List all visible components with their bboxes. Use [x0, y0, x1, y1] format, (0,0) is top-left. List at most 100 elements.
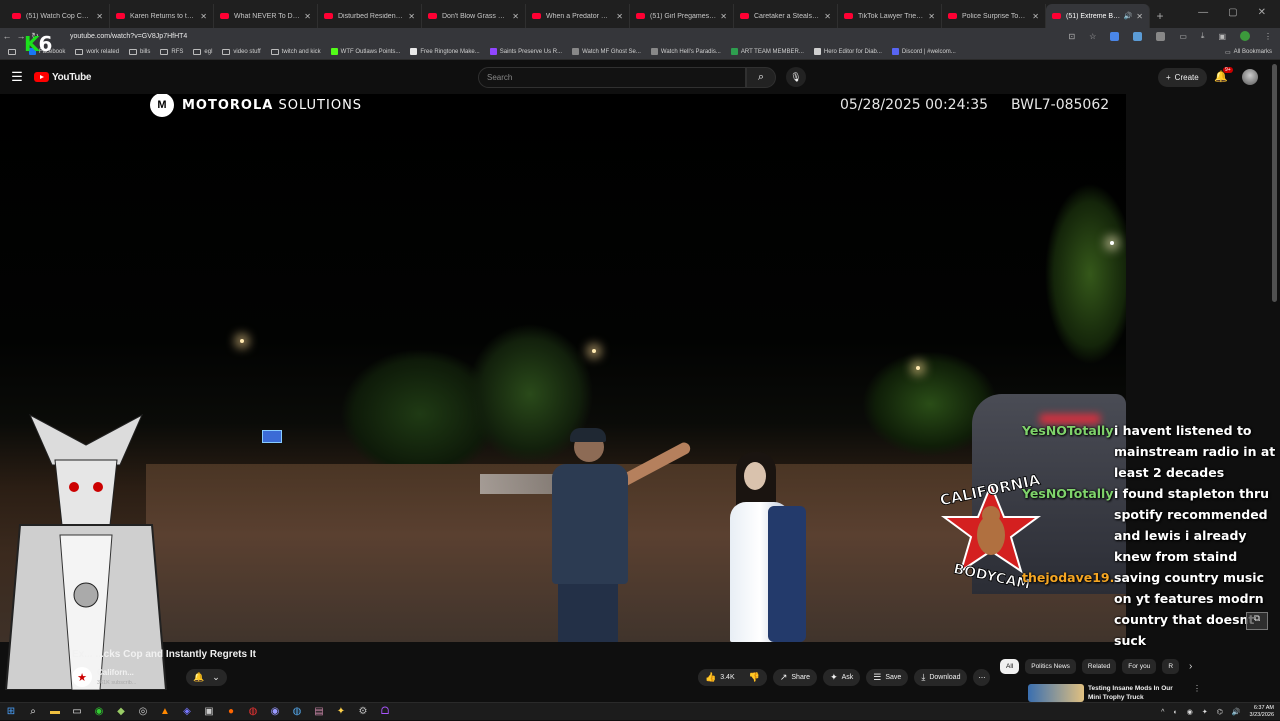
volume-icon[interactable]: 🔊	[1232, 708, 1241, 716]
bookmark-item[interactable]: Free Ringtone Make...	[410, 48, 480, 55]
voice-search-button[interactable]: 🎙	[786, 67, 806, 87]
bookmark-item[interactable]: Watch Hell's Paradis...	[650, 48, 721, 55]
bookmark-folder[interactable]: twitch and kick	[270, 48, 321, 55]
dislike-button[interactable]: 👎	[741, 669, 767, 686]
close-tab-icon[interactable]: ✕	[96, 12, 103, 21]
settings-gear-icon[interactable]: ⚙	[352, 706, 374, 717]
recommended-video-thumbnail[interactable]	[1028, 684, 1084, 702]
install-icon[interactable]: ⊡	[1068, 32, 1075, 41]
recommended-video-title[interactable]: Testing Insane Mods In Our Mini Trophy T…	[1088, 684, 1184, 702]
close-tab-icon[interactable]: ✕	[512, 12, 519, 21]
ask-button[interactable]: ✦ Ask	[823, 669, 861, 686]
task-view-icon[interactable]: ▭	[66, 706, 88, 717]
close-tab-icon[interactable]: ✕	[824, 12, 831, 21]
page-scrollbar[interactable]	[1272, 64, 1277, 302]
profile-avatar[interactable]	[1240, 31, 1250, 41]
browser-tab[interactable]: (51) Watch Cop Cam - Yo ✕	[6, 4, 110, 28]
filter-chip[interactable]: Related	[1081, 659, 1117, 674]
network-icon[interactable]: ⌬	[1217, 708, 1223, 716]
bookmark-item[interactable]: Saints Preserve Us R...	[489, 48, 562, 55]
picture-in-picture-icon[interactable]: ⧉	[1246, 612, 1268, 630]
bookmark-star-icon[interactable]: ☆	[1089, 32, 1096, 41]
chrome-icon[interactable]: ◍	[242, 706, 264, 717]
filter-chip[interactable]: Politics News	[1025, 659, 1076, 674]
cast-icon[interactable]: ▣	[1218, 32, 1226, 41]
chevron-right-icon[interactable]: ›	[1189, 661, 1192, 672]
close-tab-icon[interactable]: ✕	[928, 12, 935, 21]
browser-menu-icon[interactable]: ⋮	[1264, 32, 1272, 41]
tray-app-icon[interactable]: ✦	[1202, 708, 1208, 716]
app-icon[interactable]: ▤	[308, 706, 330, 717]
channel-name[interactable]: Californ...	[97, 668, 134, 677]
all-bookmarks-button[interactable]: ▭ All Bookmarks	[1225, 44, 1272, 60]
back-icon[interactable]: ←	[0, 31, 14, 41]
tray-app-icon[interactable]: ◐	[1173, 709, 1177, 716]
like-button[interactable]: 👍 3.4K	[698, 669, 742, 686]
more-actions-button[interactable]: ⋯	[973, 669, 991, 686]
taskbar-search-icon[interactable]: ⌕	[22, 706, 44, 717]
close-window-button[interactable]: ✕	[1258, 7, 1266, 18]
app-icon[interactable]: ▣	[198, 706, 220, 717]
bookmark-item[interactable]: Watch MF Ghost Se...	[572, 48, 641, 55]
browser-tab[interactable]: TikTok Lawyer Tries to Bul ✕	[838, 4, 942, 28]
browser-tab[interactable]: When a Predator Gets Cau✕	[526, 4, 630, 28]
browser-tab[interactable]: (51) Extreme Banshee🔊✕	[1046, 4, 1150, 28]
bookmark-folder[interactable]: work related	[75, 48, 119, 55]
app-icon[interactable]: ◈	[176, 706, 198, 717]
audio-playing-icon[interactable]: 🔊	[1124, 12, 1133, 20]
recommended-more-icon[interactable]: ⋮	[1193, 684, 1201, 693]
hamburger-menu-icon[interactable]: ☰	[0, 69, 34, 85]
tray-overflow-icon[interactable]: ^	[1161, 709, 1164, 716]
share-button[interactable]: ↗ Share	[772, 669, 818, 686]
bookmark-folder[interactable]	[8, 48, 19, 55]
search-input[interactable]: Search	[478, 67, 746, 88]
account-avatar[interactable]	[1242, 69, 1258, 85]
close-tab-icon[interactable]: ✕	[408, 12, 415, 21]
youtube-logo[interactable]: YouTube	[34, 72, 92, 83]
browser-tab[interactable]: Caretaker a Steals Badge ✕	[734, 4, 838, 28]
bookmark-folder[interactable]: bills	[129, 48, 150, 55]
close-tab-icon[interactable]: ✕	[720, 12, 727, 21]
maximize-button[interactable]: ▢	[1228, 7, 1237, 18]
close-tab-icon[interactable]: ✕	[200, 12, 207, 21]
app-icon[interactable]: ◎	[132, 706, 154, 717]
new-tab-button[interactable]: +	[1150, 4, 1170, 28]
app-icon[interactable]: ✦	[330, 706, 352, 717]
bookmark-folder[interactable]: RFS	[160, 48, 183, 55]
windows-start-icon[interactable]: ⊞	[0, 706, 22, 717]
browser-tab[interactable]: (51) Girl Pregames Thanks ✕	[630, 4, 734, 28]
bookmark-folder[interactable]: egl	[193, 48, 212, 55]
bookmark-item[interactable]: ART TEAM MEMBER...	[730, 48, 804, 55]
subscribe-notifications-button[interactable]: 🔔 ⌄	[186, 669, 227, 686]
minimize-button[interactable]: —	[1198, 7, 1208, 18]
app-icon[interactable]: ◆	[110, 706, 132, 717]
create-button[interactable]: + Create	[1158, 68, 1207, 87]
xbox-app-icon[interactable]: ◉	[88, 706, 110, 717]
filter-chip[interactable]: All	[1000, 659, 1020, 674]
close-tab-icon[interactable]: ✕	[1032, 12, 1039, 21]
app-icon[interactable]: ᗝ	[374, 706, 396, 717]
extensions-puzzle-icon[interactable]	[1156, 31, 1166, 41]
filter-chip[interactable]: R	[1162, 659, 1180, 674]
save-button[interactable]: ☰ Save	[866, 669, 909, 686]
app-icon[interactable]: ◍	[286, 706, 308, 717]
bookmark-item[interactable]: Hero Editor for Diab...	[813, 48, 882, 55]
close-tab-icon[interactable]: ✕	[304, 12, 311, 21]
bookmark-folder[interactable]: video stuff	[222, 48, 261, 55]
download-button[interactable]: ⤓ Download	[914, 669, 968, 686]
extension-icon[interactable]	[1110, 31, 1120, 41]
downloads-icon[interactable]: ⤓	[1201, 31, 1205, 41]
browser-tab[interactable]: Police Surprise Toxic Coup ✕	[942, 4, 1046, 28]
filter-chip[interactable]: For you	[1122, 659, 1157, 674]
extension-icon[interactable]	[1133, 31, 1143, 41]
system-clock[interactable]: 6:37 AM 3/23/2026	[1250, 705, 1274, 719]
bookmark-item[interactable]: Discord | #welcom...	[891, 48, 956, 55]
firefox-icon[interactable]: ●	[220, 706, 242, 717]
search-button[interactable]: ⌕	[746, 67, 776, 88]
browser-tab[interactable]: What NEVER To Do During ✕	[214, 4, 318, 28]
browser-tab[interactable]: Karen Returns to the Gas ✕	[110, 4, 214, 28]
app-icon[interactable]: ◉	[264, 706, 286, 717]
bookmark-item[interactable]: WTF Outlaws Points...	[330, 48, 400, 55]
sidepanel-icon[interactable]: ▭	[1179, 32, 1187, 41]
vlc-icon[interactable]: ▲	[154, 706, 176, 717]
